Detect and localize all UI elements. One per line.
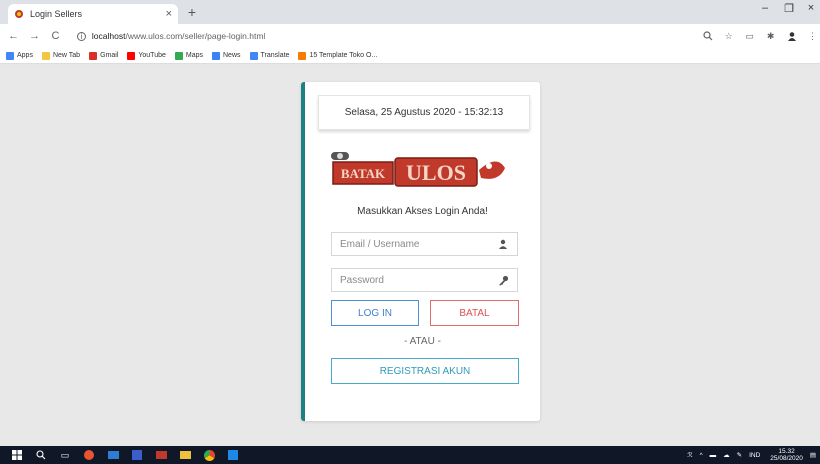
info-icon[interactable]: i [76, 31, 86, 41]
template-icon [298, 51, 307, 60]
password-input[interactable] [340, 274, 497, 286]
puzzle-icon[interactable]: ✱ [763, 28, 778, 44]
language-indicator[interactable]: IND [749, 452, 760, 459]
bookmark-new-tab[interactable]: New Tab [41, 51, 80, 60]
vscode-icon[interactable] [226, 448, 240, 462]
new-tab-button[interactable]: + [184, 4, 200, 20]
tab-close-icon[interactable]: × [166, 8, 172, 20]
email-field[interactable] [331, 232, 518, 256]
site-favicon [14, 9, 24, 19]
bookmark-news[interactable]: News [212, 51, 241, 60]
bookmark-youtube[interactable]: YouTube [127, 51, 166, 60]
login-subtitle: Masukkan Akses Login Anda! [357, 206, 488, 217]
svg-text:ULOS: ULOS [406, 160, 466, 185]
back-button[interactable]: ← [6, 28, 21, 44]
clock[interactable]: 15.32 25/08/2020 [770, 448, 803, 462]
or-divider: - ATAU - [404, 336, 441, 347]
datetime-display: Selasa, 25 Agustus 2020 - 15:32:13 [318, 95, 530, 130]
user-icon [497, 238, 509, 250]
windows-start-icon[interactable] [10, 448, 24, 462]
app-red-icon[interactable] [154, 448, 168, 462]
notification-icon[interactable]: ▤ [810, 451, 816, 459]
register-button[interactable]: REGISTRASI AKUN [331, 358, 519, 384]
task-view-icon[interactable]: ▭ [58, 448, 72, 462]
chevron-up-icon[interactable]: ^ [700, 452, 703, 459]
bookmark-template[interactable]: 15 Template Toko O... [298, 51, 377, 60]
chrome-icon[interactable] [202, 448, 216, 462]
svg-text:BATAK: BATAK [341, 166, 386, 181]
extension-icon[interactable]: ▭ [742, 28, 757, 44]
url-path: /www.ulos.com/seller/page-login.html [125, 31, 266, 41]
app-orange-icon[interactable] [82, 448, 96, 462]
email-input[interactable] [340, 238, 497, 250]
zoom-icon[interactable] [700, 28, 715, 44]
cloud-icon[interactable]: ☁ [723, 451, 730, 459]
batak-ulos-logo: BATAK ULOS [329, 148, 509, 190]
youtube-icon [127, 51, 136, 60]
system-tray: ℛ ^ ▬ ☁ ✎ IND 15.32 25/08/2020 ▤ [680, 446, 816, 464]
tab-strip: Login Sellers × + – ❐ × [0, 0, 820, 24]
profile-icon[interactable] [784, 28, 799, 44]
key-icon [497, 274, 509, 286]
maps-icon [174, 51, 183, 60]
tab-title: Login Sellers [30, 9, 83, 19]
window-close-button[interactable]: × [796, 2, 820, 14]
search-icon[interactable] [34, 448, 48, 462]
file-explorer-icon[interactable] [178, 448, 192, 462]
bookmark-apps[interactable]: Apps [6, 51, 33, 60]
folder-icon [41, 51, 50, 60]
news-icon [212, 51, 220, 60]
reload-button[interactable]: C [48, 28, 63, 44]
cancel-button[interactable]: BATAL [430, 300, 519, 326]
clock-date: 25/08/2020 [770, 455, 803, 462]
translate-icon [249, 51, 258, 60]
app-blue-icon[interactable] [106, 448, 120, 462]
menu-icon[interactable]: ⋮ [805, 28, 820, 44]
network-icon[interactable]: ▬ [710, 452, 717, 459]
bookmark-translate[interactable]: Translate [249, 51, 289, 60]
browser-toolbar: ← → C i localhost/www.ulos.com/seller/pa… [0, 24, 820, 48]
people-icon[interactable]: ℛ [687, 451, 692, 459]
login-button[interactable]: LOG IN [331, 300, 419, 326]
url-host: localhost [91, 31, 126, 41]
browser-tab[interactable]: Login Sellers × [8, 4, 178, 24]
bookmarks-bar: Apps New Tab Gmail YouTube Maps News Tra… [0, 48, 820, 64]
login-card: Selasa, 25 Agustus 2020 - 15:32:13 BATAK… [301, 82, 540, 421]
page-viewport: Selasa, 25 Agustus 2020 - 15:32:13 BATAK… [0, 65, 820, 446]
gmail-icon [89, 51, 98, 60]
forward-button[interactable]: → [27, 28, 42, 44]
clock-time: 15.32 [778, 448, 795, 455]
apps-grid-icon [6, 51, 14, 60]
bookmark-star-icon[interactable]: ☆ [721, 28, 736, 44]
app-calc-icon[interactable] [130, 448, 144, 462]
bookmark-gmail[interactable]: Gmail [89, 51, 118, 60]
taskbar: ▭ ℛ ^ ▬ ☁ ✎ IND 15.32 25/08/2020 ▤ [0, 446, 820, 464]
address-bar[interactable]: i localhost/www.ulos.com/seller/page-log… [71, 27, 694, 45]
password-field[interactable] [331, 268, 518, 292]
bookmark-maps[interactable]: Maps [174, 51, 203, 60]
pen-icon[interactable]: ✎ [737, 451, 742, 459]
